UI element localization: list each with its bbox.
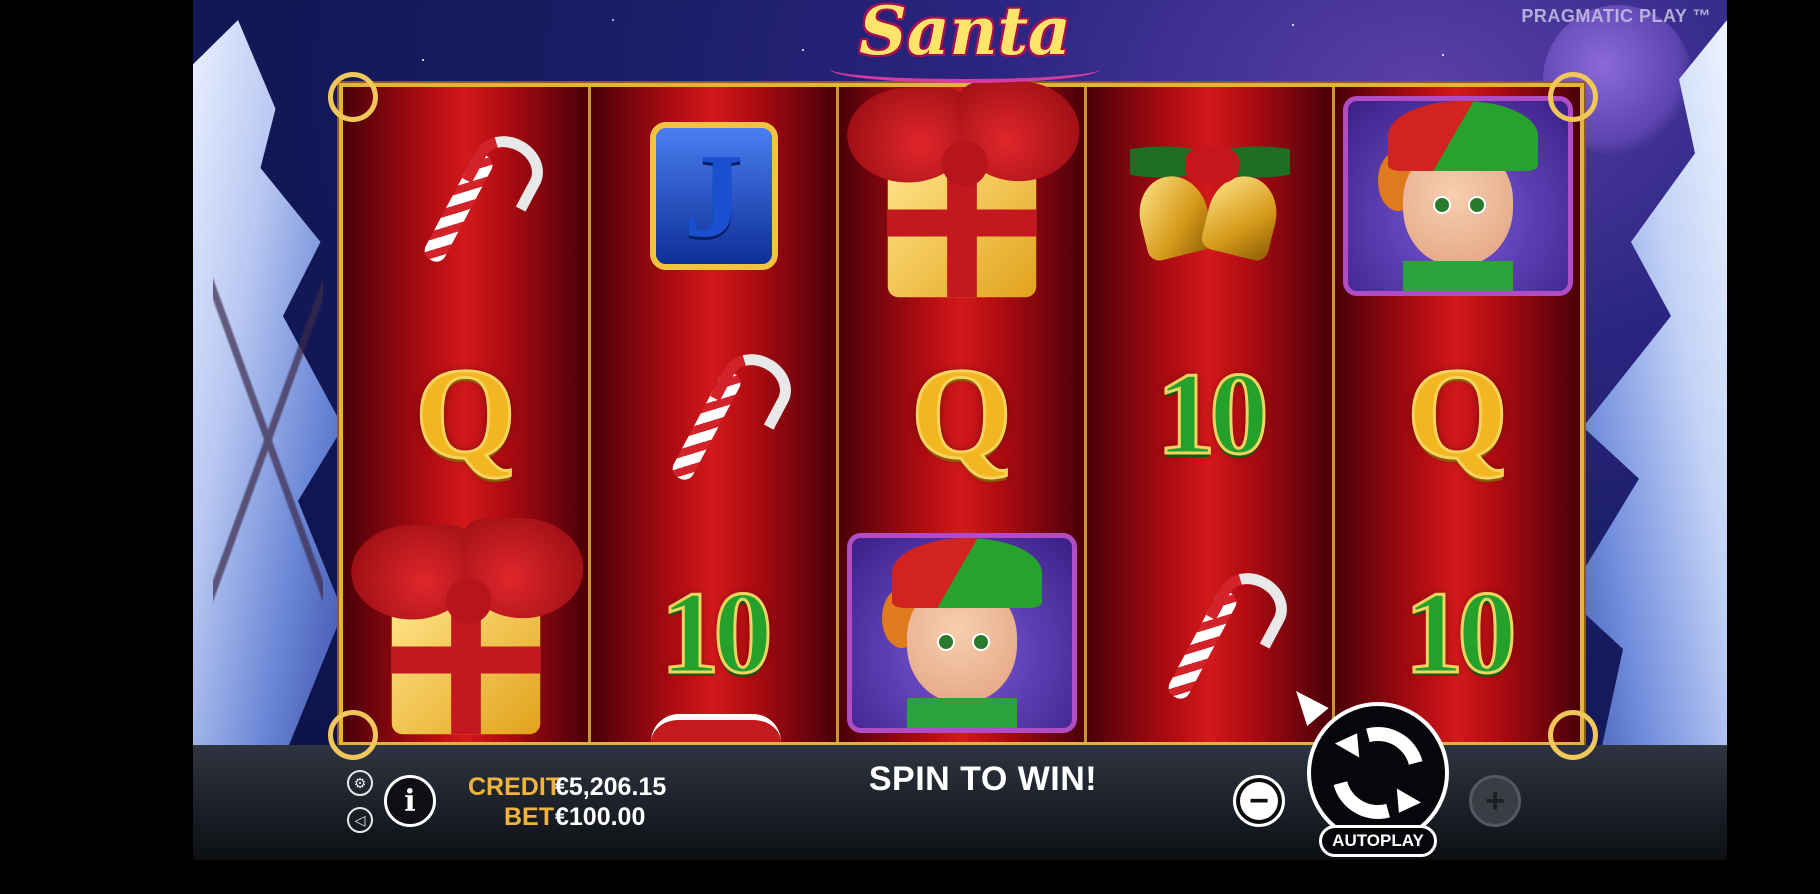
q-symbol: Q	[413, 342, 517, 487]
gift-box-icon	[846, 81, 1079, 311]
credit-label: CREDIT	[468, 773, 562, 801]
reel-2: J 10	[591, 87, 839, 742]
symbol-candy-cane	[591, 305, 836, 523]
symbol-gift-box	[839, 81, 1084, 305]
q-symbol: Q	[1405, 342, 1509, 487]
symbol-candy-cane	[343, 87, 588, 305]
ten-symbol: 10	[659, 566, 774, 698]
symbol-q: Q	[343, 305, 588, 523]
gift-box-icon	[350, 518, 583, 748]
logo-swirl-icon	[830, 55, 1100, 83]
candy-cane-icon	[659, 338, 768, 491]
spin-message: SPIN TO WIN!	[868, 760, 1098, 798]
elf-icon	[846, 532, 1077, 733]
frame-ornament-icon	[328, 710, 378, 760]
reel-1: Q	[343, 87, 591, 742]
reel-5: Q 10	[1335, 87, 1580, 742]
frame-ornament-icon	[328, 72, 378, 122]
info-button[interactable]: i	[384, 775, 436, 827]
symbol-elf	[1335, 87, 1580, 305]
autoplay-button[interactable]: AUTOPLAY	[1319, 825, 1437, 857]
symbol-q: Q	[839, 305, 1084, 523]
game-screen: PRAGMATIC PLAY ™ Q J 10 Q 10 Q 10 Santa …	[193, 0, 1727, 860]
increase-bet-button[interactable]: +	[1469, 775, 1521, 827]
symbol-j: J	[591, 87, 836, 305]
brand-label: PRAGMATIC PLAY ™	[1521, 6, 1711, 26]
reels: Q J 10 Q 10 Q 10	[343, 81, 1580, 742]
candy-cane-icon	[411, 120, 520, 273]
speaker-icon: ◁	[354, 811, 366, 828]
settings-button[interactable]: ⚙	[347, 770, 373, 796]
candy-cane-icon	[1155, 556, 1264, 709]
reel-4: 10	[1087, 87, 1335, 742]
spin-arrows-icon	[1315, 710, 1441, 836]
frame-ornament-icon	[1548, 710, 1598, 760]
symbol-10: 10	[591, 524, 836, 742]
frame-ornament-icon	[1548, 72, 1598, 122]
j-symbol: J	[649, 122, 778, 271]
ten-symbol: 10	[1403, 566, 1518, 698]
game-logo: Santa	[810, 0, 1120, 92]
bet-value: €100.00	[555, 803, 646, 831]
sound-button[interactable]: ◁	[347, 807, 373, 833]
reel-3: Q	[839, 81, 1087, 742]
bells-icon	[1129, 126, 1290, 266]
symbol-bells	[1087, 87, 1332, 305]
reel-frame: Q J 10 Q 10 Q 10	[339, 81, 1584, 746]
decrease-bet-button[interactable]: −	[1233, 775, 1285, 827]
elf-icon	[1342, 96, 1573, 297]
q-symbol: Q	[909, 342, 1013, 487]
santa-hat-peek-icon	[651, 713, 781, 742]
symbol-gift-box	[343, 518, 588, 742]
bare-branches	[213, 240, 323, 640]
gear-icon: ⚙	[353, 774, 367, 791]
symbol-elf	[839, 524, 1084, 742]
ten-symbol: 10	[1155, 348, 1270, 480]
spin-button[interactable]	[1307, 702, 1449, 844]
control-bar: ⚙ ◁ i CREDIT €5,206.15 BET €100.00 SPIN …	[193, 681, 1727, 860]
credit-value: €5,206.15	[555, 773, 667, 801]
symbol-10: 10	[1087, 305, 1332, 523]
bet-label: BET	[504, 803, 554, 831]
symbol-q: Q	[1335, 305, 1580, 523]
